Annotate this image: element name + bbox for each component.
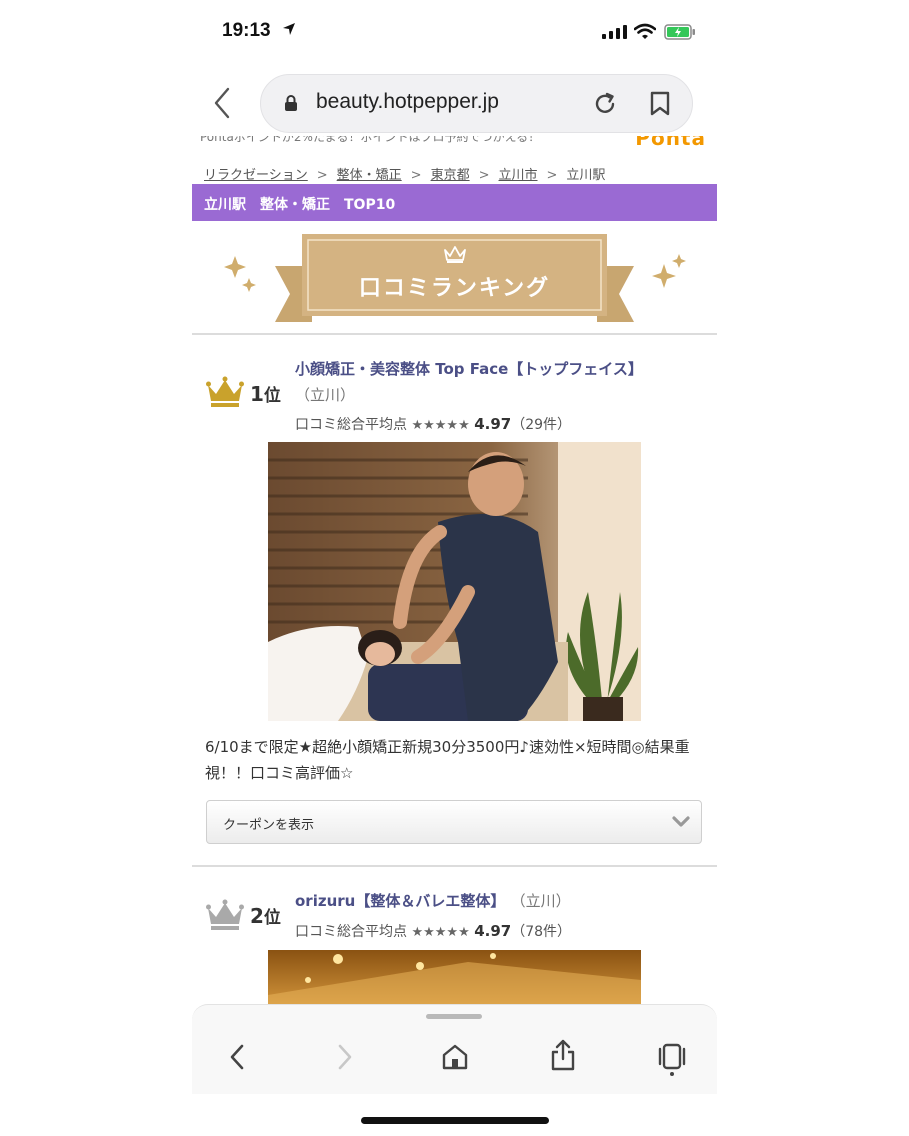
promo-text: Pontaポイントが2%たまる！ポイントはプロ予約でつかえる！: [200, 136, 541, 144]
bookmark-icon[interactable]: [649, 91, 671, 117]
section-divider: [192, 333, 717, 335]
breadcrumb-current: 立川駅: [566, 168, 606, 183]
home-icon[interactable]: [441, 1043, 469, 1071]
browser-toolbar: [192, 1004, 717, 1094]
tabs-icon[interactable]: [657, 1042, 687, 1076]
ponta-logo: Ponta: [635, 136, 706, 146]
breadcrumb-item[interactable]: 整体・矯正: [337, 168, 402, 183]
salon-description: 6/10まで限定★超絶小顔矯正新規30分3500円♪速効性×短時間◎結果重視！！…: [205, 738, 690, 782]
status-time: 19:13: [222, 20, 271, 41]
rating-line: 口コミ総合平均点 ★★★★★ 4.97（29件）: [295, 414, 571, 434]
share-icon[interactable]: [550, 1039, 576, 1071]
rating-score: 4.97: [474, 415, 512, 433]
rating-label: 口コミ総合平均点: [295, 417, 407, 433]
coupon-label: クーポンを表示: [223, 818, 315, 833]
ranking-header-bar: 立川駅 整体・矯正 TOP10: [192, 184, 717, 221]
url-text[interactable]: beauty.hotpepper.jp: [316, 90, 499, 114]
location-arrow-icon: [283, 23, 295, 35]
ranking-banner: 口コミランキング: [192, 226, 717, 336]
rating-line: 口コミ総合平均点 ★★★★★ 4.97（78件）: [295, 921, 571, 941]
back-chevron-icon[interactable]: [212, 86, 232, 120]
web-page: Pontaポイントが2%たまる！ポイントはプロ予約でつかえる！ Ponta リラ…: [192, 136, 717, 1004]
signal-icon: [602, 25, 627, 39]
forward-icon[interactable]: [336, 1043, 354, 1071]
salon-photo[interactable]: [268, 442, 641, 721]
section-divider: [192, 865, 717, 867]
breadcrumb-separator: >: [316, 168, 328, 183]
salon-name-link[interactable]: 小顔矯正・美容整体 Top Face【トップフェイス】: [295, 358, 643, 379]
chevron-down-icon: [672, 816, 690, 827]
lock-icon: [285, 95, 297, 111]
back-icon[interactable]: [228, 1043, 246, 1071]
rating-stars: ★★★★★: [411, 418, 470, 433]
salon-name-link[interactable]: orizuru【整体＆バレエ整体】 （立川）: [295, 890, 571, 911]
breadcrumb-separator: >: [410, 168, 422, 183]
gold-crown-icon: [206, 376, 244, 407]
review-count[interactable]: （29件）: [511, 417, 571, 433]
sheet-grabber[interactable]: [426, 1014, 482, 1019]
rank-number: 2位: [250, 904, 281, 928]
rating-stars: ★★★★★: [411, 925, 470, 940]
wifi-icon: [634, 23, 656, 39]
promo-strip[interactable]: Pontaポイントが2%たまる！ポイントはプロ予約でつかえる！ Ponta: [200, 136, 710, 146]
review-count[interactable]: （78件）: [511, 924, 571, 940]
breadcrumb-item[interactable]: 立川市: [499, 168, 538, 183]
rating-score: 4.97: [474, 922, 512, 940]
banner-title: 口コミランキング: [358, 276, 551, 301]
home-indicator[interactable]: [361, 1117, 549, 1124]
breadcrumb: リラクゼーション > 整体・矯正 > 東京都 > 立川市 > 立川駅: [204, 164, 605, 183]
show-coupon-button[interactable]: クーポンを表示: [206, 800, 702, 844]
breadcrumb-separator: >: [546, 168, 558, 183]
salon-photo[interactable]: [268, 950, 641, 1004]
salon-area: （立川）: [295, 386, 356, 404]
crown-icon: [444, 246, 466, 263]
rating-label: 口コミ総合平均点: [295, 924, 407, 940]
salon-area: （立川）: [510, 892, 571, 910]
reload-icon[interactable]: [592, 91, 618, 117]
silver-crown-icon: [206, 899, 244, 930]
breadcrumb-item[interactable]: 東京都: [431, 168, 470, 183]
battery-icon: [664, 24, 695, 40]
breadcrumb-separator: >: [478, 168, 490, 183]
status-bar: 19:13: [0, 0, 909, 62]
breadcrumb-item[interactable]: リラクゼーション: [204, 168, 308, 183]
rank-number: 1位: [250, 382, 281, 406]
